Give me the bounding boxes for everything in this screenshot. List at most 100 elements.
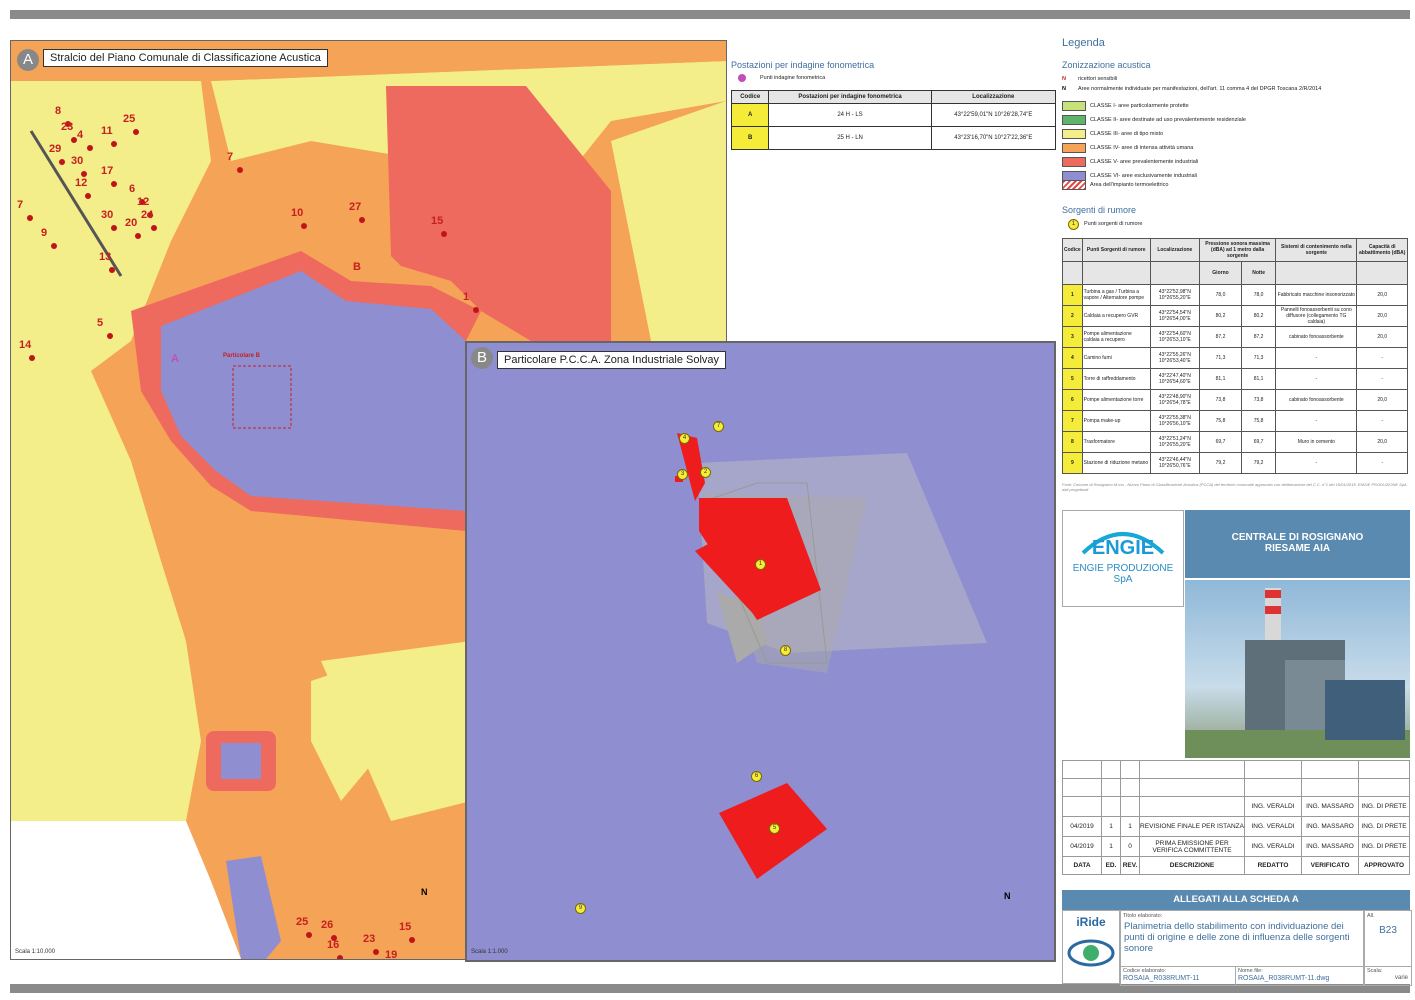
legend-class-label: CLASSE II- aree destinate ad uso prevale… [1090,117,1246,123]
postazioni-table: Codice Postazioni per indagine fonometric… [730,90,1057,150]
legend-swatch [1062,143,1086,153]
receptor-dot[interactable] [85,193,91,199]
receptor-label: 6 [129,183,136,195]
receptor-dot[interactable] [473,307,479,313]
receptor-dot[interactable] [441,231,447,237]
receptor-dot[interactable] [29,355,35,361]
receptor-label: 15 [399,921,412,933]
footnote: Fonti: Comune di Rosignano M.mo - Nuovo … [1062,482,1407,492]
map-b[interactable]: B Particolare P.C.C.A. Zona Industriale … [465,341,1056,962]
receptor-label: 7 [227,151,234,163]
receptor-dot[interactable] [306,932,312,938]
legend-hatch: Area dell'impianto termoelettrico [1062,180,1168,190]
receptor-dot[interactable] [87,145,93,151]
source-legend-label: Punti sorgenti di rumore [1084,221,1143,227]
map-a-scale: Scala 1:10.000 [15,949,56,955]
receptor-label: 20 [125,217,138,229]
noise-source-marker[interactable]: 2 [700,467,711,478]
allegati-banner: ALLEGATI ALLA SCHEDA A [1062,890,1410,910]
receptor-label: 9 [41,227,48,239]
noise-source-marker[interactable]: 5 [769,823,780,834]
noise-source-marker[interactable]: 4 [679,433,690,444]
fono-legend-label: Punti indagine fonometrica [760,75,826,81]
legend-class-label: CLASSE VI- aree esclusivamente industria… [1090,173,1197,179]
receptor-label: 25 [296,916,309,928]
source-row: 7 Pompa make-up 43°22'55,38"N 10°26'56,10"… [1062,410,1408,432]
sorgenti-heading: Sorgenti di rumore [1062,205,1137,215]
noise-source-marker[interactable]: 6 [751,771,762,782]
legend-swatch [1062,115,1086,125]
receptor-dot[interactable] [133,129,139,135]
engie-sub: ENGIE PRODUZIONE SpA [1072,563,1174,585]
receptor-dot[interactable] [409,937,415,943]
detail-b-label: Particolare B [223,353,261,359]
receptor-dot[interactable] [111,141,117,147]
scala-cell: Scala: varie [1364,966,1412,986]
plant-photo [1185,580,1410,758]
source-row: 8 Trasformatore 43°22'51,24"N 10°26'55,20"… [1062,431,1408,453]
receptor-label: 14 [19,339,32,351]
fono-point-icon [738,74,746,82]
title-cell: Titolo elaborato: Planimetria dello stab… [1120,910,1364,967]
receptor-label: 7 [17,199,24,211]
map-b-scale: Scala 1:1.000 [471,949,508,955]
legend-title: Legenda [1062,37,1105,49]
source-row: 3 Pompe alimentazione caldaia a recupero 4… [1062,326,1408,348]
receptor-label: 29 [49,143,62,155]
eye-icon [1067,939,1115,967]
receptor-label: 17 [101,165,114,177]
noise-source-marker[interactable]: 9 [575,903,586,914]
noise-source-marker[interactable]: 7 [713,421,724,432]
receptor-dot[interactable] [373,949,379,955]
source-row: 6 Pompe alimentazione torre 43°22'48,90"N … [1062,389,1408,411]
map-a-title: Stralcio del Piano Comunale di Classific… [43,49,328,67]
legend-class-row: CLASSE I- aree particolarmente protette [1062,101,1189,111]
receptor-label: 10 [291,207,304,219]
receptor-dot[interactable] [151,225,157,231]
zonizzazione-heading: Zonizzazione acustica [1062,60,1151,70]
receptor-dot[interactable] [111,181,117,187]
receptor-dot[interactable] [27,215,33,221]
legend-class-row: CLASSE V- aree prevalentemente industria… [1062,157,1198,167]
receptor-label: 11 [101,125,113,137]
noise-source-marker[interactable]: 1 [755,559,766,570]
receptor-dot[interactable] [135,233,141,239]
legend-swatch [1062,157,1086,167]
receptor-label: 1 [463,291,470,303]
nome-cell: Nome file: ROSAIA_R038RUMT-11.dwg [1235,966,1364,986]
project-title: CENTRALE DI ROSIGNANO RIESAME AIA [1185,510,1410,578]
source-row: 1 Turbina a gas / Turbina a vapore / Alte… [1062,284,1408,306]
receptor-label: 12 [137,196,150,208]
legend-swatch [1062,129,1086,139]
legend-class-row: CLASSE II- aree destinate ad uso prevale… [1062,115,1246,125]
receptor-dot[interactable] [109,267,115,273]
receptor-dot[interactable] [51,243,57,249]
source-row: 9 Stazione di riduzione metano 43°22'46,44… [1062,452,1408,474]
north-label-a: N [421,887,428,897]
receptor-label: 23 [363,933,376,945]
receptor-dot[interactable] [111,225,117,231]
map-b-zones [675,433,987,879]
north-label-b: N [1004,891,1011,901]
legend-class-label: CLASSE III- aree di tipo misto [1090,131,1164,137]
noise-source-marker[interactable]: 3 [677,469,688,480]
legend-class-row: CLASSE IV- aree di intensa attività uman… [1062,143,1193,153]
codice-cell: Codice elaborato: ROSAIA_R038RUMT-11 [1120,966,1236,986]
receptor-label: 19 [385,949,398,960]
receptor-dot[interactable] [237,167,243,173]
receptor-label: 4 [77,129,84,141]
receptor-label: 12 [75,177,88,189]
receptor-label: 26 [321,919,334,931]
receptor-dot[interactable] [359,217,365,223]
receptor-dot[interactable] [337,955,343,959]
receptor-label: 30 [101,209,114,221]
noise-source-marker[interactable]: 8 [780,645,791,656]
receptor-dot[interactable] [301,223,307,229]
map-b-badge: B [471,347,493,369]
receptor-dot[interactable] [107,333,113,339]
legend-class-label: CLASSE V- aree prevalentemente industria… [1090,159,1199,165]
receptor-label: 23 [61,121,74,133]
map-a-badge: A [17,49,39,71]
receptor-label: 25 [123,113,136,125]
receptor-dot[interactable] [59,159,65,165]
